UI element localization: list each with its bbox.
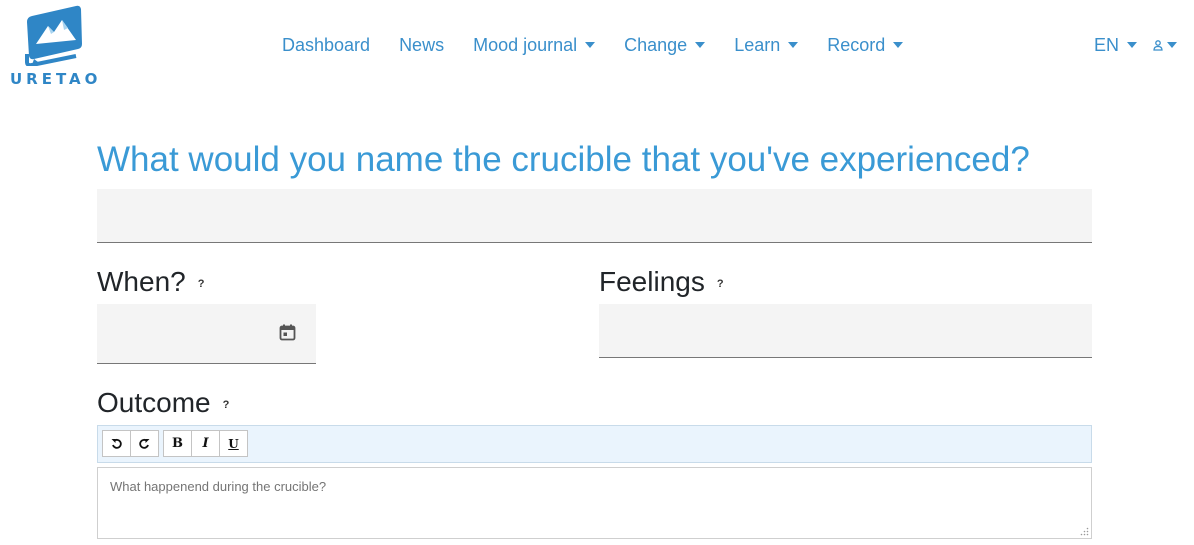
nav-dashboard[interactable]: Dashboard	[282, 35, 370, 56]
calendar-icon[interactable]	[279, 324, 296, 341]
nav-change-dropdown[interactable]: Change	[624, 34, 706, 56]
nav-learn-label: Learn	[734, 34, 781, 55]
outcome-label-row: Outcome ?	[97, 387, 229, 419]
nav-learn-dropdown[interactable]: Learn	[734, 34, 799, 56]
bold-button[interactable]: B	[163, 430, 192, 457]
nav-record-label: Record	[827, 34, 886, 55]
main-nav: Dashboard News Mood journal Change Learn…	[282, 34, 932, 56]
caret-down-icon	[1167, 42, 1178, 48]
undo-icon	[111, 438, 122, 449]
feelings-input[interactable]	[599, 304, 1092, 358]
caret-down-icon	[1127, 42, 1138, 48]
when-date-input[interactable]	[97, 304, 316, 364]
feelings-help-icon[interactable]: ?	[717, 278, 724, 290]
nav-change-label: Change	[624, 34, 688, 55]
outcome-help-icon[interactable]: ?	[223, 399, 230, 411]
brand-name: URETAO	[10, 70, 102, 88]
page-title: What would you name the crucible that yo…	[97, 140, 1030, 179]
italic-button[interactable]: I	[191, 430, 220, 457]
nav-right: EN	[1094, 34, 1178, 56]
nav-mood-journal-dropdown[interactable]: Mood journal	[473, 34, 596, 56]
history-button-group	[102, 430, 159, 457]
nav-news[interactable]: News	[399, 35, 444, 56]
redo-icon	[139, 438, 150, 449]
nav-news-label: News	[399, 34, 445, 55]
language-label: EN	[1094, 34, 1120, 55]
outcome-label: Outcome	[97, 387, 211, 418]
when-help-icon[interactable]: ?	[198, 278, 205, 290]
nav-dashboard-label: Dashboard	[282, 34, 371, 55]
undo-button[interactable]	[102, 430, 131, 457]
caret-down-icon	[893, 42, 904, 48]
caret-down-icon	[788, 42, 799, 48]
format-button-group: B I U	[163, 430, 248, 457]
book-mountain-logo-icon	[25, 5, 82, 66]
resize-grip-icon[interactable]	[1080, 527, 1089, 536]
brand-logo[interactable]: URETAO	[10, 4, 102, 88]
underline-button[interactable]: U	[219, 430, 248, 457]
crucible-name-input[interactable]	[97, 189, 1092, 243]
nav-record-dropdown[interactable]: Record	[827, 34, 904, 56]
editor-toolbar: B I U	[97, 425, 1092, 463]
language-dropdown[interactable]: EN	[1094, 34, 1138, 56]
feelings-label: Feelings	[599, 266, 705, 297]
nav-mood-journal-label: Mood journal	[473, 34, 578, 55]
redo-button[interactable]	[130, 430, 159, 457]
when-label-row: When? ?	[97, 266, 204, 298]
when-label: When?	[97, 266, 186, 297]
caret-down-icon	[695, 42, 706, 48]
user-icon	[1153, 39, 1163, 51]
feelings-label-row: Feelings ?	[599, 266, 724, 298]
outcome-editor[interactable]	[97, 467, 1092, 539]
caret-down-icon	[585, 42, 596, 48]
user-menu-dropdown[interactable]	[1153, 39, 1178, 51]
